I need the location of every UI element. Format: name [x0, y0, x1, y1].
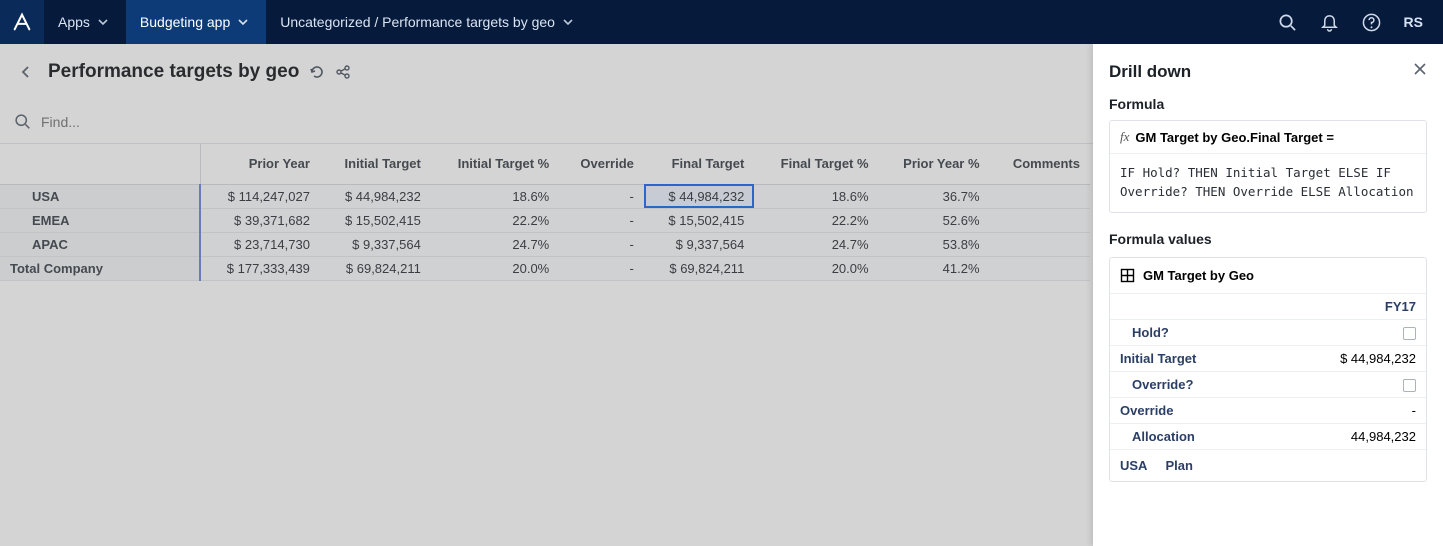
formula-box: fx GM Target by Geo.Final Target = IF Ho…: [1109, 120, 1427, 213]
value-row-value[interactable]: [1268, 319, 1426, 345]
values-heading: Formula values: [1109, 231, 1427, 247]
nav-breadcrumb[interactable]: Uncategorized / Performance targets by g…: [266, 0, 591, 44]
grid-icon: [1120, 268, 1135, 283]
value-row-value[interactable]: [1268, 371, 1426, 397]
chevron-down-icon: [238, 17, 248, 27]
nav-app-name[interactable]: Budgeting app: [126, 0, 266, 44]
value-row-value[interactable]: $ 44,984,232: [1268, 345, 1426, 371]
chevron-down-icon: [563, 17, 573, 27]
user-avatar[interactable]: RS: [1404, 14, 1423, 30]
footer-tag: USA: [1120, 458, 1147, 473]
formula-heading: Formula: [1109, 96, 1427, 112]
nav-app-label: Budgeting app: [140, 14, 230, 30]
bell-icon[interactable]: [1320, 12, 1340, 32]
help-icon[interactable]: [1362, 12, 1382, 32]
checkbox[interactable]: [1403, 327, 1416, 340]
drill-title: Drill down: [1109, 62, 1427, 82]
top-nav: Apps Budgeting app Uncategorized / Perfo…: [0, 0, 1443, 44]
search-icon[interactable]: [1278, 12, 1298, 32]
value-row-label: Override?: [1110, 371, 1268, 397]
value-row-label: Override: [1110, 397, 1268, 423]
drill-down-panel: Drill down Formula fx GM Target by Geo.F…: [1093, 44, 1443, 546]
nav-apps[interactable]: Apps: [44, 0, 126, 44]
values-footer: USA Plan: [1110, 450, 1426, 481]
chevron-down-icon: [98, 17, 108, 27]
nav-apps-label: Apps: [58, 14, 90, 30]
breadcrumb-label: Uncategorized / Performance targets by g…: [280, 14, 555, 30]
formula-body[interactable]: IF Hold? THEN Initial Target ELSE IF Ove…: [1110, 154, 1426, 212]
values-column-label: FY17: [1268, 294, 1426, 320]
formula-values-box: GM Target by Geo FY17 Hold?Initial Targe…: [1109, 257, 1427, 482]
value-row-label: Initial Target: [1110, 345, 1268, 371]
fx-icon: fx: [1120, 129, 1129, 145]
module-name: GM Target by Geo: [1143, 268, 1254, 283]
value-row-value[interactable]: -: [1268, 397, 1426, 423]
value-row-value[interactable]: 44,984,232: [1268, 423, 1426, 449]
app-logo[interactable]: [0, 0, 44, 44]
value-row-label: Hold?: [1110, 319, 1268, 345]
formula-name: GM Target by Geo.Final Target =: [1135, 130, 1334, 145]
value-row-label: Allocation: [1110, 423, 1268, 449]
close-icon[interactable]: [1411, 60, 1429, 78]
checkbox[interactable]: [1403, 379, 1416, 392]
footer-tag: Plan: [1165, 458, 1192, 473]
